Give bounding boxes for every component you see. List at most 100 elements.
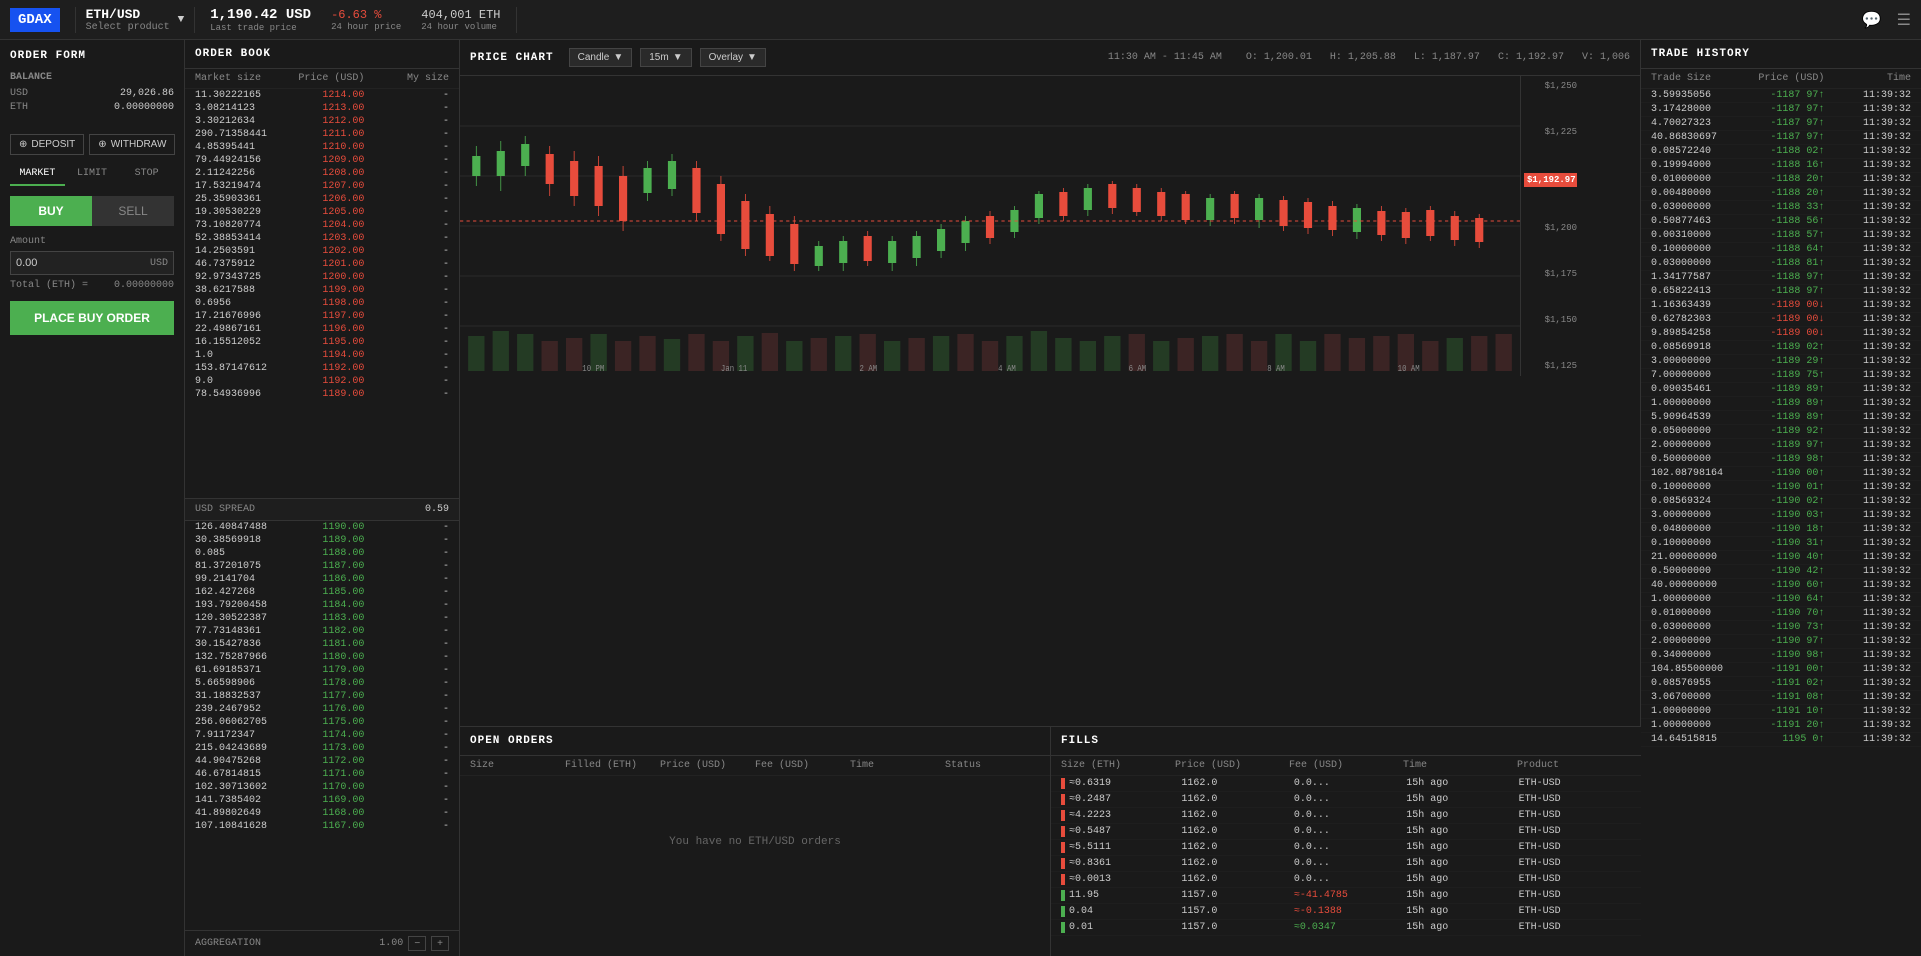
bid-mysize: - [364,821,449,832]
th-time: 11:39:32 [1824,342,1911,353]
bid-row[interactable]: 44.90475268 1172.00 - [185,755,459,768]
bid-row[interactable]: 5.66598906 1178.00 - [185,677,459,690]
pair-selector[interactable]: ETH/USD Select product ▼ [75,7,196,33]
oo-col-price: Price (USD) [660,760,755,771]
bid-price: 1189.00 [280,535,365,546]
bid-price: 1186.00 [280,574,365,585]
trade-history-row: 0.09035461 -1189 89↑ 11:39:32 [1641,383,1921,397]
bid-row[interactable]: 239.2467952 1176.00 - [185,703,459,716]
bid-row[interactable]: 77.73148361 1182.00 - [185,625,459,638]
trade-history-row: 40.00000000 -1190 60↑ 11:39:32 [1641,579,1921,593]
place-buy-order-button[interactable]: PLACE BUY ORDER [10,301,174,335]
bid-row[interactable]: 141.7385402 1169.00 - [185,794,459,807]
ask-row[interactable]: 19.30530229 1205.00 - [185,206,459,219]
bid-row[interactable]: 102.30713602 1170.00 - [185,781,459,794]
ask-row[interactable]: 52.38853414 1203.00 - [185,232,459,245]
th-price: -1188 57↑ [1738,230,1825,241]
tab-market[interactable]: MARKET [10,163,65,186]
trade-history-row: 3.00000000 -1189 29↑ 11:39:32 [1641,355,1921,369]
ask-row[interactable]: 3.08214123 1213.00 - [185,102,459,115]
bid-row[interactable]: 162.427268 1185.00 - [185,586,459,599]
th-price: -1189 00↓ [1738,328,1825,339]
ask-row[interactable]: 2.11242256 1208.00 - [185,167,459,180]
th-size: 2.00000000 [1651,440,1738,451]
ask-row[interactable]: 3.30212634 1212.00 - [185,115,459,128]
sell-button[interactable]: SELL [92,196,174,226]
th-time: 11:39:32 [1824,244,1911,255]
ask-row[interactable]: 0.6956 1198.00 - [185,297,459,310]
ask-row[interactable]: 38.6217588 1199.00 - [185,284,459,297]
bid-row[interactable]: 126.40847488 1190.00 - [185,521,459,534]
ask-row[interactable]: 9.0 1192.00 - [185,375,459,388]
th-time: 11:39:32 [1824,440,1911,451]
bid-row[interactable]: 215.04243689 1173.00 - [185,742,459,755]
svg-text:4 AM: 4 AM [998,364,1016,374]
ask-row[interactable]: 290.71358441 1211.00 - [185,128,459,141]
ask-price: 1206.00 [280,194,365,205]
ask-row[interactable]: 14.2503591 1202.00 - [185,245,459,258]
ask-row[interactable]: 153.87147612 1192.00 - [185,362,459,375]
trade-history-columns: Trade Size Price (USD) Time [1641,69,1921,89]
ask-price: 1196.00 [280,324,365,335]
bid-price: 1183.00 [280,613,365,624]
ask-row[interactable]: 16.15512052 1195.00 - [185,336,459,349]
ask-size: 25.35903361 [195,194,280,205]
trade-history-row: 14.64515815 1195 0↑ 11:39:32 [1641,733,1921,747]
ask-row[interactable]: 25.35903361 1206.00 - [185,193,459,206]
bid-row[interactable]: 256.06062705 1175.00 - [185,716,459,729]
menu-icon[interactable]: ☰ [1897,10,1911,30]
ask-row[interactable]: 78.54936996 1189.00 - [185,388,459,401]
ask-row[interactable]: 22.49867161 1196.00 - [185,323,459,336]
th-time: 11:39:32 [1824,132,1911,143]
ask-price: 1197.00 [280,311,365,322]
fills-time: 15h ago [1406,874,1518,885]
bid-row[interactable]: 41.89802649 1168.00 - [185,807,459,820]
overlay-dropdown[interactable]: Overlay ▼ [700,48,766,67]
bid-price: 1181.00 [280,639,365,650]
bid-row[interactable]: 107.10841628 1167.00 - [185,820,459,833]
price-change: -6.63 % [331,8,401,22]
bid-row[interactable]: 193.79200458 1184.00 - [185,599,459,612]
ask-row[interactable]: 17.21676996 1197.00 - [185,310,459,323]
bid-row[interactable]: 132.75287966 1180.00 - [185,651,459,664]
interval-dropdown[interactable]: 15m ▼ [640,48,691,67]
bid-row[interactable]: 31.18832537 1177.00 - [185,690,459,703]
ask-size: 153.87147612 [195,363,280,374]
bid-row[interactable]: 99.2141704 1186.00 - [185,573,459,586]
chat-icon[interactable]: 💬 [1862,10,1882,30]
amount-input[interactable] [16,257,138,269]
buy-button[interactable]: BUY [10,196,92,226]
bid-row[interactable]: 0.085 1188.00 - [185,547,459,560]
ask-row[interactable]: 92.97343725 1200.00 - [185,271,459,284]
trade-history-row: 7.00000000 -1189 75↑ 11:39:32 [1641,369,1921,383]
eth-currency: ETH [10,102,28,113]
ask-row[interactable]: 1.0 1194.00 - [185,349,459,362]
bid-row[interactable]: 81.37201075 1187.00 - [185,560,459,573]
agg-increase-button[interactable]: + [431,936,449,951]
bid-row[interactable]: 30.15427836 1181.00 - [185,638,459,651]
ask-mysize: - [364,298,449,309]
ask-row[interactable]: 11.30222165 1214.00 - [185,89,459,102]
ask-row[interactable]: 4.85395441 1210.00 - [185,141,459,154]
bid-size: 107.10841628 [195,821,280,832]
tab-limit[interactable]: LIMIT [65,163,120,186]
tab-stop[interactable]: STOP [119,163,174,186]
bid-row[interactable]: 30.38569918 1189.00 - [185,534,459,547]
bid-mysize: - [364,782,449,793]
withdraw-button[interactable]: ⊕ WITHDRAW [89,134,175,155]
bid-row[interactable]: 7.91172347 1174.00 - [185,729,459,742]
trade-history-row: 0.50000000 -1190 42↑ 11:39:32 [1641,565,1921,579]
ask-size: 2.11242256 [195,168,280,179]
deposit-button[interactable]: ⊕ DEPOSIT [10,134,84,155]
ask-row[interactable]: 46.7375912 1201.00 - [185,258,459,271]
ask-row[interactable]: 73.10820774 1204.00 - [185,219,459,232]
ask-row[interactable]: 79.44924156 1209.00 - [185,154,459,167]
th-size: 104.85500000 [1651,664,1738,675]
agg-decrease-button[interactable]: − [408,936,426,951]
ask-row[interactable]: 17.53219474 1207.00 - [185,180,459,193]
bid-row[interactable]: 120.30522387 1183.00 - [185,612,459,625]
bid-row[interactable]: 61.69185371 1179.00 - [185,664,459,677]
chart-type-dropdown[interactable]: Candle ▼ [569,48,633,67]
bid-row[interactable]: 46.67814815 1171.00 - [185,768,459,781]
th-time: 11:39:32 [1824,594,1911,605]
